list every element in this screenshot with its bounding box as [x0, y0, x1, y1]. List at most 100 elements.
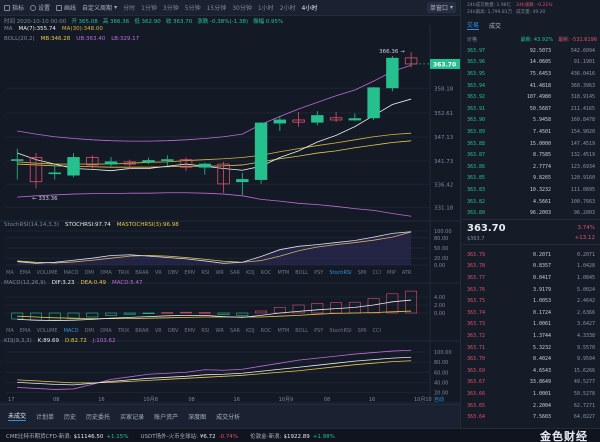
- bids-row[interactable]: 363.70 0.4024 9.9594: [461, 354, 600, 364]
- asks-row[interactable]: 363.86 2.7774 123.6934: [461, 162, 600, 172]
- indicator-tab-volume[interactable]: VOLUME: [37, 270, 58, 276]
- bids-row[interactable]: 363.75 1.0053 2.4642: [461, 296, 600, 306]
- interval-7[interactable]: 2小时: [280, 3, 296, 12]
- candle[interactable]: [67, 153, 80, 178]
- bids-row[interactable]: 363.76 3.9179 5.0024: [461, 285, 600, 295]
- indicator-tab-ma[interactable]: MA: [6, 270, 14, 276]
- candle[interactable]: [104, 157, 118, 167]
- indicator-tab-macd[interactable]: MACD: [64, 328, 79, 334]
- bids-row[interactable]: 363.79 0.2071 0.2071: [461, 250, 600, 260]
- indicator-tab-smi[interactable]: SMI: [358, 328, 367, 334]
- indicator-tab-smi[interactable]: SMI: [358, 270, 367, 276]
- indicator-tab-stochrsi[interactable]: StochRSI: [329, 270, 351, 276]
- indicator-tab-cci[interactable]: CCI: [373, 328, 381, 334]
- order-tab-5[interactable]: 账户资产: [154, 412, 178, 421]
- indicator-tab-cci[interactable]: CCI: [373, 270, 381, 276]
- asks-row[interactable]: 363.85 9.8265 120.9160: [461, 174, 600, 184]
- asks-row[interactable]: 363.88 15.0000 147.4519: [461, 139, 600, 149]
- bids-row[interactable]: 363.77 0.0417 1.0845: [461, 273, 600, 283]
- indicator-tab-psy[interactable]: PSY: [314, 328, 323, 334]
- indicator-tab-dmi[interactable]: DMI: [85, 270, 95, 276]
- indicator-tab-stochrsi[interactable]: StochRSI: [329, 328, 351, 334]
- candle[interactable]: [161, 155, 174, 167]
- indicator-tab-rsi[interactable]: RSI: [201, 270, 209, 276]
- asks-row[interactable]: 363.89 7.4501 154.9020: [461, 127, 600, 137]
- indicator-tab-sar[interactable]: SAR: [230, 328, 240, 334]
- asks-row[interactable]: 363.87 8.7585 132.4519: [461, 150, 600, 160]
- asks-row[interactable]: 363.96 14.0605 91.1901: [461, 58, 600, 68]
- candle[interactable]: [367, 86, 380, 120]
- interval-5[interactable]: 30分钟: [232, 3, 252, 12]
- bids-row[interactable]: 363.65 2.2004 62.7271: [461, 401, 600, 411]
- indicator-tab-rsi[interactable]: RSI: [201, 328, 209, 334]
- asks-row[interactable]: 363.82 4.5661 100.7663: [461, 197, 600, 207]
- indicator-tab-kdj[interactable]: KDJ: [246, 270, 255, 276]
- indicator-tab-mtm[interactable]: MTM: [278, 328, 290, 334]
- bids-row[interactable]: 363.78 0.8357 1.0428: [461, 262, 600, 272]
- asks-row[interactable]: 363.97 92.5073 542.6094: [461, 46, 600, 56]
- layout-button[interactable]: 单窗口 ▾: [426, 2, 456, 13]
- candlestick-chart[interactable]: 358.18 352.61 347.13 341.73 336.42 331.18 363.…: [0, 25, 460, 405]
- indicator-tab-obv[interactable]: OBV: [168, 328, 179, 334]
- order-tab-0[interactable]: 未成交: [8, 411, 27, 421]
- indicator-tab-dma[interactable]: DMA: [100, 270, 112, 276]
- indicator-tab-kdj[interactable]: KDJ: [246, 328, 255, 334]
- candle[interactable]: [404, 52, 418, 68]
- candle[interactable]: [273, 116, 287, 131]
- asks-row[interactable]: 363.92 107.4980 318.9145: [461, 92, 600, 102]
- indicator-tab-ema[interactable]: EMA: [20, 270, 31, 276]
- candle[interactable]: [254, 122, 268, 184]
- bids-row[interactable]: 363.72 1.3744 4.3338: [461, 331, 600, 341]
- indicator-tab-wr[interactable]: WR: [215, 328, 223, 334]
- indicator-tab-boll[interactable]: BOLL: [295, 270, 308, 276]
- candle[interactable]: [198, 162, 212, 175]
- bids-row[interactable]: 363.67 33.8649 49.5277: [461, 378, 600, 388]
- auto-scale-toggle[interactable]: 自动: [434, 396, 444, 403]
- settings-button[interactable]: 设置: [30, 3, 50, 12]
- indicator-tab-vr[interactable]: VR: [155, 270, 162, 276]
- asks-row[interactable]: 363.90 5.9458 160.8478: [461, 116, 600, 126]
- indicator-tab-brar[interactable]: BRAR: [135, 328, 149, 334]
- indicator-tab-trix[interactable]: TRIX: [118, 270, 129, 276]
- candle[interactable]: [217, 161, 230, 193]
- order-tab-6[interactable]: 深度图: [188, 412, 206, 421]
- indicator-tab-emv[interactable]: EMV: [184, 270, 195, 276]
- indicator-tab-ema[interactable]: EMA: [20, 328, 31, 334]
- indicator-tab-roc[interactable]: ROC: [261, 270, 272, 276]
- draw-line-button[interactable]: 画线: [56, 3, 76, 12]
- candle[interactable]: [386, 56, 399, 92]
- indicator-tab-mtm[interactable]: MTM: [278, 270, 290, 276]
- tab-deals[interactable]: 成交: [489, 21, 501, 30]
- candle[interactable]: [48, 164, 61, 180]
- order-tab-4[interactable]: 买家记录: [120, 412, 144, 421]
- interval-2[interactable]: 3分钟: [163, 3, 179, 12]
- asks-row[interactable]: 363.80 96.2003 96.2003: [461, 208, 600, 218]
- asks-row[interactable]: 363.91 50.5687 211.4165: [461, 104, 600, 114]
- indicator-tab-atr[interactable]: ATR: [402, 270, 412, 276]
- indicator-tab-boll[interactable]: BOLL: [295, 328, 308, 334]
- candle[interactable]: [329, 112, 343, 123]
- asks-row[interactable]: 363.95 75.6453 436.0416: [461, 69, 600, 79]
- tab-trades[interactable]: 交易: [467, 20, 480, 30]
- interval-1[interactable]: 1分钟: [141, 3, 157, 12]
- asks-row[interactable]: 363.83 10.3232 111.0895: [461, 185, 600, 195]
- indicators-button[interactable]: 指标: [4, 3, 24, 12]
- indicator-tab-dma[interactable]: DMA: [100, 328, 112, 334]
- bids-row[interactable]: 363.69 4.6543 15.6266: [461, 366, 600, 376]
- interval-4[interactable]: 15分钟: [207, 3, 227, 12]
- interval-3[interactable]: 5分钟: [185, 3, 201, 12]
- order-tab-2[interactable]: 历史: [64, 412, 76, 421]
- order-tab-3[interactable]: 历史委托: [86, 412, 110, 421]
- custom-period-button[interactable]: 自定义周期 ▾: [82, 3, 117, 12]
- ticker-item[interactable]: USDT场外-火币全球站: ¥6.72 -0.74%: [140, 432, 238, 440]
- candle[interactable]: [292, 112, 305, 127]
- ticker-item[interactable]: CME比特币期货CFD-新浪: $11146.50 +1.15%: [6, 432, 128, 440]
- bids-row[interactable]: 363.71 5.3232 9.5570: [461, 343, 600, 353]
- indicator-tab-psy[interactable]: PSY: [314, 270, 323, 276]
- interval-6[interactable]: 1小时: [258, 3, 274, 12]
- indicator-tab-ma[interactable]: MA: [6, 328, 14, 334]
- indicator-tab-emv[interactable]: EMV: [184, 328, 195, 334]
- indicator-tab-brar[interactable]: BRAR: [135, 270, 149, 276]
- interval-8[interactable]: 4小时: [302, 3, 318, 12]
- ticker-item[interactable]: 伦敦金-新浪: $1922.89 +1.98%: [250, 432, 335, 440]
